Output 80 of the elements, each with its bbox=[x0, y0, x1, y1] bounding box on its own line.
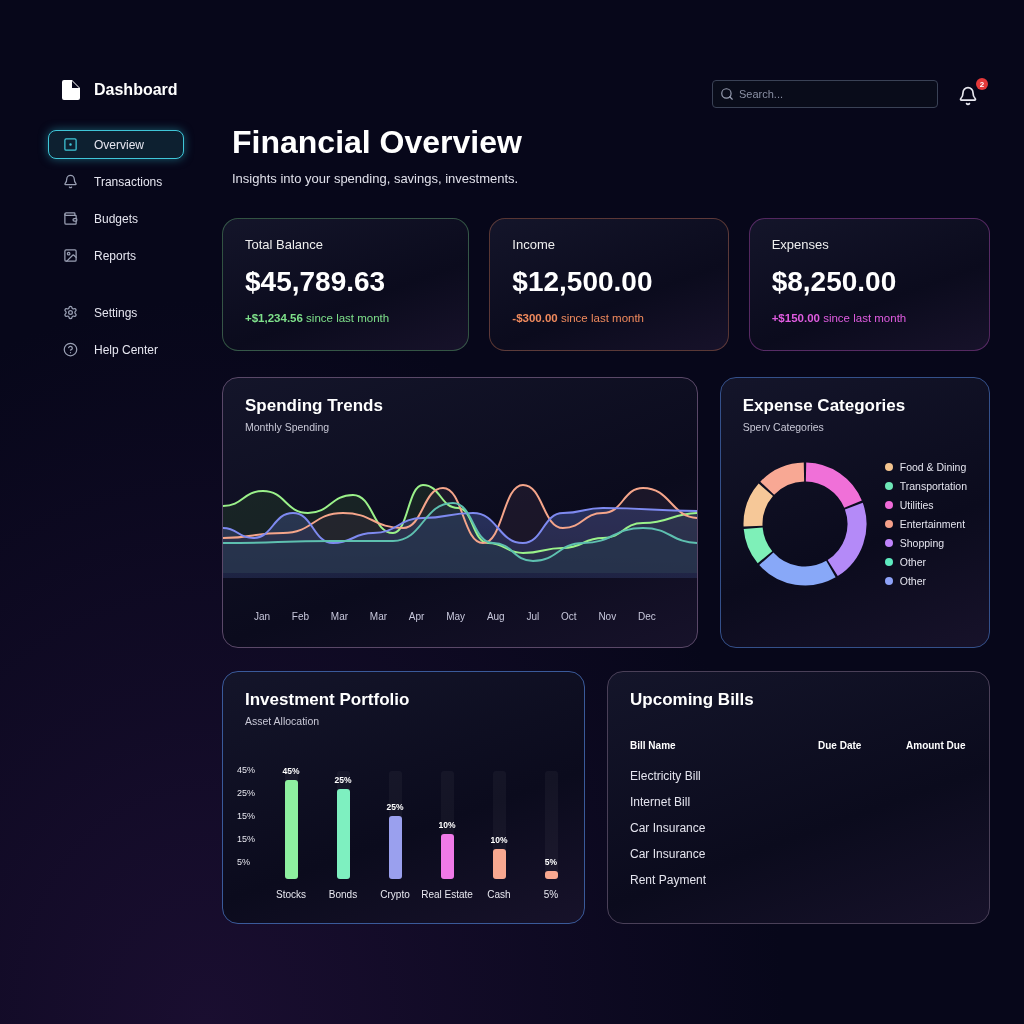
month-label: Jan bbox=[253, 611, 270, 622]
axis-label: 45% bbox=[237, 765, 255, 775]
sidebar-item[interactable]: Settings bbox=[48, 298, 184, 327]
table-cell-text: Rent Payment bbox=[630, 873, 708, 887]
month-label: Feb bbox=[291, 611, 310, 622]
bar-value: 25% bbox=[333, 775, 353, 786]
sidebar-item[interactable]: Help Center bbox=[48, 335, 184, 364]
month-label: Aug bbox=[486, 611, 505, 622]
axis-label: 25% bbox=[237, 788, 255, 798]
legend-label: Shopping bbox=[899, 537, 945, 549]
nav-icon bbox=[63, 211, 78, 226]
stat-change: -$300.00 since last month bbox=[512, 312, 646, 324]
month-label: Apr bbox=[408, 611, 425, 622]
month-label: Oct bbox=[561, 611, 577, 622]
stat-label: Income bbox=[512, 237, 556, 252]
notification-button[interactable]: 2 bbox=[956, 78, 988, 110]
axis-label: 15% bbox=[237, 834, 255, 844]
stat-value: $12,500.00 bbox=[512, 266, 654, 298]
column-header: Bill Name bbox=[630, 740, 677, 751]
card-subtitle: Asset Allocation bbox=[245, 715, 321, 727]
bar-label: 5% bbox=[543, 889, 559, 900]
search-field[interactable]: Search... bbox=[712, 80, 938, 108]
card-title: Investment Portfolio bbox=[245, 690, 411, 710]
bar-label: Stocks bbox=[276, 889, 306, 900]
legend-label: Entertainment bbox=[899, 518, 966, 530]
sidebar-item[interactable]: Transactions bbox=[48, 167, 184, 196]
bar-label: Cash bbox=[487, 889, 511, 900]
legend-label: Food & Dining bbox=[899, 461, 967, 473]
bar-value: 10% bbox=[489, 834, 509, 845]
month-label: Nov bbox=[598, 611, 617, 622]
stat-change: +$1,234.56 since last month bbox=[245, 312, 391, 324]
month-label: Dec bbox=[637, 611, 656, 622]
stat-label: Total Balance bbox=[245, 237, 325, 252]
page-subtitle: Insights into your spending, savings, investments. bbox=[232, 171, 520, 186]
bar-value: 25% bbox=[385, 802, 405, 813]
table-cell-text: Electricity Bill bbox=[630, 769, 702, 783]
card-subtitle: Monthly Spending bbox=[245, 421, 331, 433]
card-title: Upcoming Bills bbox=[630, 690, 755, 710]
card-title: Expense Categories bbox=[742, 396, 907, 416]
bar-value: 5% bbox=[543, 857, 559, 868]
column-header: Amount Due bbox=[906, 740, 967, 751]
stat-change: +$150.00 since last month bbox=[771, 312, 908, 324]
bar-label: Real Estate bbox=[421, 889, 473, 900]
month-label: Jul bbox=[526, 611, 540, 622]
column-header: Due Date bbox=[818, 740, 863, 751]
nav-icon bbox=[63, 305, 78, 320]
sidebar-item[interactable]: Overview bbox=[48, 130, 184, 159]
stat-label: Expenses bbox=[771, 237, 830, 252]
nav-icon bbox=[63, 137, 78, 152]
month-label: Mar bbox=[330, 611, 349, 622]
month-label: Mar bbox=[369, 611, 388, 622]
bar-value: 45% bbox=[281, 765, 301, 776]
bell-icon bbox=[958, 86, 978, 106]
axis-label: 5% bbox=[237, 857, 251, 867]
card-title: Spending Trends bbox=[245, 396, 384, 416]
axis-label: 15% bbox=[237, 811, 255, 821]
table-cell-text: Internet Bill bbox=[630, 795, 692, 809]
nav-icon bbox=[63, 174, 78, 189]
document-logo-icon bbox=[62, 80, 80, 100]
page-title: Financial Overview bbox=[232, 124, 523, 161]
legend-label: Utilities bbox=[899, 499, 934, 511]
stat-value: $8,250.00 bbox=[771, 266, 898, 298]
legend-label: Other bbox=[899, 556, 926, 568]
bar-label: Bonds bbox=[328, 889, 358, 900]
table-cell-text: Car Insurance bbox=[630, 821, 707, 835]
stat-value: $45,789.63 bbox=[245, 266, 387, 298]
sidebar-item[interactable]: Reports bbox=[48, 241, 184, 270]
sidebar-item[interactable]: Budgets bbox=[48, 204, 184, 233]
table-cell-text: Car Insurance bbox=[630, 847, 707, 861]
nav-icon bbox=[63, 248, 78, 263]
brand-name: Dashboard bbox=[94, 81, 178, 99]
bar-value: 10% bbox=[437, 819, 457, 830]
bar-label: Crypto bbox=[380, 889, 410, 900]
search-icon bbox=[720, 87, 734, 101]
notification-badge: 2 bbox=[976, 78, 988, 90]
legend-label: Other bbox=[899, 575, 926, 587]
month-label: May bbox=[446, 611, 466, 622]
nav-icon bbox=[63, 342, 78, 357]
card-subtitle: Sperv Categories bbox=[742, 421, 825, 433]
legend-label: Transportation bbox=[899, 480, 968, 492]
